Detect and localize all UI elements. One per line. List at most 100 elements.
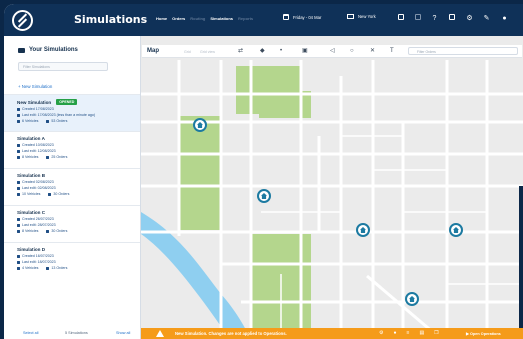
calendar-icon xyxy=(17,254,20,258)
truck-icon xyxy=(18,47,25,53)
map-label: Map xyxy=(147,48,159,54)
user-icon[interactable]: ● xyxy=(393,330,396,336)
nav-orders[interactable]: Orders xyxy=(172,16,185,21)
route-icon[interactable]: ⇄ xyxy=(238,48,243,54)
select-tool-icon[interactable]: ◁ xyxy=(330,48,335,54)
park-area xyxy=(179,116,221,230)
nav-home[interactable]: Home xyxy=(156,16,167,21)
wrench-icon[interactable]: ✎ xyxy=(482,14,491,23)
grid-toggle[interactable]: Grid xyxy=(184,50,191,54)
created-date: Created 26/07/2023 xyxy=(22,217,54,221)
delete-icon[interactable]: ▤ xyxy=(419,330,424,336)
orders-icon xyxy=(46,155,50,159)
sidebar-footer: Select all 5 Simulations Show all xyxy=(4,328,140,339)
background-edge xyxy=(519,186,523,336)
main-nav: Home Orders Routing Simulations Reports xyxy=(156,16,253,21)
nav-simulations[interactable]: Simulations xyxy=(210,16,233,21)
simulation-list: New Simulation OPENED Created 17/08/2023 … xyxy=(4,94,140,279)
select-all-link[interactable]: Select all xyxy=(23,331,38,335)
user-icon[interactable]: ● xyxy=(500,14,509,23)
layout-icon[interactable] xyxy=(413,14,422,23)
last-edit: Last edit: 17/08/2023 (less than a minut… xyxy=(22,113,96,117)
orders-icon xyxy=(48,192,52,196)
map-area[interactable]: Map Grid Grid view ⇄ ◆ • ▣ ◁ ○ ✕ T Filte… xyxy=(141,36,523,339)
simulation-name: Simulation A xyxy=(17,136,45,141)
vehicle-icon xyxy=(17,119,20,123)
city-selector[interactable]: New York xyxy=(347,14,376,19)
settings-icon[interactable]: ⚙ xyxy=(465,14,474,23)
help-icon[interactable]: ? xyxy=(430,14,439,23)
simulation-item[interactable]: Simulation D Created 16/07/2023 Last edi… xyxy=(4,242,140,279)
map-canvas[interactable] xyxy=(141,36,523,339)
app-frame: Simulations Home Orders Routing Simulati… xyxy=(4,4,523,339)
depot-pin-icon[interactable] xyxy=(257,189,271,203)
pin-icon[interactable]: • xyxy=(280,48,282,54)
order-count: 13 Orders xyxy=(51,266,68,270)
order-count: 53 Orders xyxy=(51,119,68,123)
vehicle-icon xyxy=(17,229,20,233)
edit-icon xyxy=(17,149,20,153)
simulation-name: Simulation D xyxy=(17,247,46,252)
layers-icon[interactable]: ◆ xyxy=(260,48,265,54)
depot-pin-icon[interactable] xyxy=(449,223,463,237)
last-edit: Last edit: 28/07/2023 xyxy=(22,223,56,227)
simulation-item[interactable]: New Simulation OPENED Created 17/08/2023 … xyxy=(4,94,140,131)
grid-icon[interactable] xyxy=(396,14,405,23)
grid-view-toggle[interactable]: Grid view xyxy=(200,50,215,54)
edit-icon xyxy=(17,260,20,264)
simulation-item[interactable]: Simulation C Created 26/07/2023 Last edi… xyxy=(4,205,140,242)
hammer-icon[interactable]: T xyxy=(390,48,394,54)
sidebar-header: Your Simulations xyxy=(18,47,78,53)
orders-icon xyxy=(46,119,50,123)
date-label: Friday - 04 Mar xyxy=(293,14,322,20)
simulation-name: Simulation C xyxy=(17,210,46,215)
vehicle-icon xyxy=(17,192,20,196)
copy-icon[interactable]: ❐ xyxy=(434,330,438,336)
vehicle-count: 10 Vehicles xyxy=(22,192,41,196)
vehicle-icon xyxy=(17,155,20,159)
simulation-item[interactable]: Simulation A Created 10/08/2023 Last edi… xyxy=(4,131,140,168)
depot-pin-icon[interactable] xyxy=(356,223,370,237)
edit-icon xyxy=(17,223,20,227)
top-bar: Simulations Home Orders Routing Simulati… xyxy=(4,4,523,36)
show-all-link[interactable]: Show all xyxy=(116,331,130,335)
settings-icon[interactable]: ⚙ xyxy=(379,330,383,336)
vehicle-count: 4 Vehicles xyxy=(22,266,39,270)
image-icon[interactable] xyxy=(447,14,456,23)
calendar-icon xyxy=(17,143,20,147)
simulation-name: New Simulation xyxy=(17,99,52,105)
simulation-name: Simulation B xyxy=(17,173,46,178)
order-count: 30 Orders xyxy=(51,229,68,233)
opened-badge: OPENED xyxy=(56,99,78,105)
sidebar-title: Your Simulations xyxy=(29,47,78,53)
last-edit: Last edit: 18/07/2023 xyxy=(22,260,56,264)
new-simulation-button[interactable]: + New Simulation xyxy=(18,84,52,89)
nav-routing[interactable]: Routing xyxy=(190,16,205,21)
edit-icon xyxy=(17,113,20,117)
lasso-icon[interactable]: ○ xyxy=(350,48,354,54)
nav-reports[interactable]: Reports xyxy=(238,16,253,21)
simulation-item[interactable]: Simulation B Created 02/08/2023 Last edi… xyxy=(4,168,140,205)
vehicle-icon[interactable]: ▣ xyxy=(302,48,308,54)
vehicle-icon xyxy=(17,266,20,270)
order-count: 30 Orders xyxy=(53,192,70,196)
app-title: Simulations xyxy=(74,13,148,26)
bottom-actions: ⚙ ● ≡ ▤ ❐ xyxy=(379,330,439,336)
order-search-input[interactable]: Filter Orders xyxy=(408,47,518,55)
open-operations-button[interactable]: ▶ Open Operations xyxy=(466,331,501,336)
depot-pin-icon[interactable] xyxy=(405,292,419,306)
vehicle-count: 8 Vehicles xyxy=(22,229,39,233)
simulation-search-input[interactable]: Filter Simulations xyxy=(18,62,108,71)
expand-icon[interactable]: ✕ xyxy=(370,48,375,54)
logo-icon[interactable] xyxy=(12,10,33,31)
list-icon[interactable]: ≡ xyxy=(407,330,410,336)
warning-message: New Simulation. Changes are not applied … xyxy=(175,331,287,336)
city-label: New York xyxy=(358,14,376,19)
edit-icon xyxy=(17,186,20,190)
depot-pin-icon[interactable] xyxy=(193,118,207,132)
last-edit: Last edit: 02/08/2023 xyxy=(22,186,56,190)
date-selector[interactable]: Friday - 04 Mar xyxy=(283,14,321,20)
vehicle-count: 8 Vehicles xyxy=(22,155,39,159)
calendar-icon xyxy=(283,14,289,20)
open-operations-label: Open Operations xyxy=(469,332,501,336)
